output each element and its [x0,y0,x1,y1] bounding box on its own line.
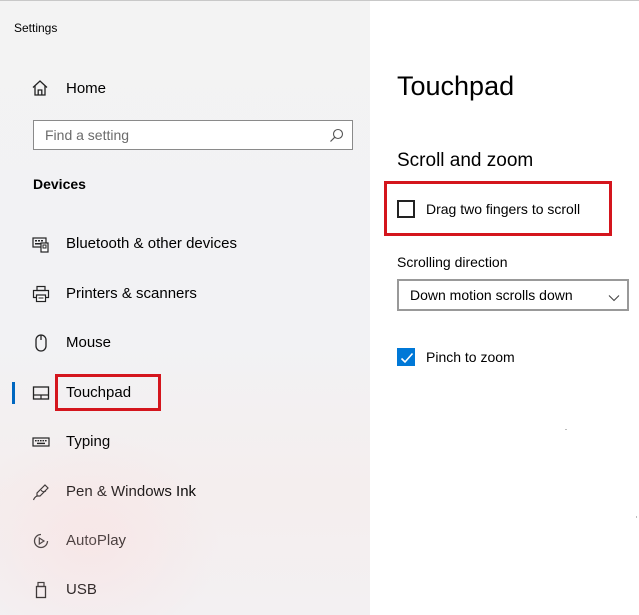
sidebar-item-typing[interactable]: Typing [0,422,370,460]
sidebar-item-label: Mouse [66,334,112,351]
scrolling-direction-dropdown[interactable]: Down motion scrolls down [397,279,629,311]
sidebar-item-label: USB [66,581,97,598]
sidebar-item-label: Printers & scanners [66,285,197,302]
autoplay-icon [32,532,50,550]
drag-two-fingers-label[interactable]: Drag two fingers to scroll [426,201,580,217]
selection-indicator [12,382,15,404]
pinch-to-zoom-checkbox-row[interactable]: Pinch to zoom [397,345,515,369]
keyboard-icon [32,433,50,451]
drag-two-fingers-checkbox-row[interactable]: Drag two fingers to scroll [397,197,580,221]
home-icon [31,79,49,97]
sidebar-item-label: Pen & Windows Ink [66,483,197,500]
pinch-to-zoom-label[interactable]: Pinch to zoom [426,349,515,365]
search-box[interactable] [33,120,353,150]
search-input[interactable] [34,121,315,149]
app-title: Settings [14,21,58,35]
sidebar-item-mouse[interactable]: Mouse [0,323,370,361]
scrolling-direction-value: Down motion scrolls down [410,287,573,303]
sidebar-item-label: Touchpad [66,384,132,401]
sidebar-item-touchpad[interactable]: Touchpad [0,373,370,411]
sidebar: Settings Home Devices [0,1,370,615]
touchpad-icon [32,384,50,402]
sidebar-item-autoplay[interactable]: AutoPlay [0,521,370,559]
sidebar-item-label: Bluetooth & other devices [66,235,237,252]
pen-icon [32,483,50,501]
sidebar-item-label: AutoPlay [66,532,127,549]
page-title: Touchpad [397,71,515,101]
pinch-to-zoom-checkbox[interactable] [397,348,415,366]
checkmark-icon [400,352,414,364]
speck [636,516,637,518]
settings-window: Settings Home Devices [0,0,639,615]
sidebar-item-label: Typing [66,433,111,450]
printer-icon [32,285,50,303]
bluetooth-devices-icon [32,235,50,253]
main-content: Touchpad Scroll and zoom Drag two finger… [370,1,639,615]
drag-two-fingers-checkbox[interactable] [397,200,415,218]
section-heading-devices: Devices [33,176,86,192]
search-icon[interactable] [329,128,344,143]
sidebar-item-printers[interactable]: Printers & scanners [0,274,370,312]
speck [565,429,567,430]
sidebar-item-pen[interactable]: Pen & Windows Ink [0,472,370,510]
sidebar-item-home[interactable]: Home [0,71,370,105]
chevron-down-icon [608,290,620,302]
scrolling-direction-label: Scrolling direction [397,254,508,270]
mouse-icon [32,334,50,352]
section-title-scroll-zoom: Scroll and zoom [397,150,534,171]
sidebar-item-usb[interactable]: USB [0,570,370,608]
sidebar-item-bluetooth[interactable]: Bluetooth & other devices [0,224,370,262]
usb-icon [32,581,50,599]
sidebar-item-label: Home [66,79,107,97]
